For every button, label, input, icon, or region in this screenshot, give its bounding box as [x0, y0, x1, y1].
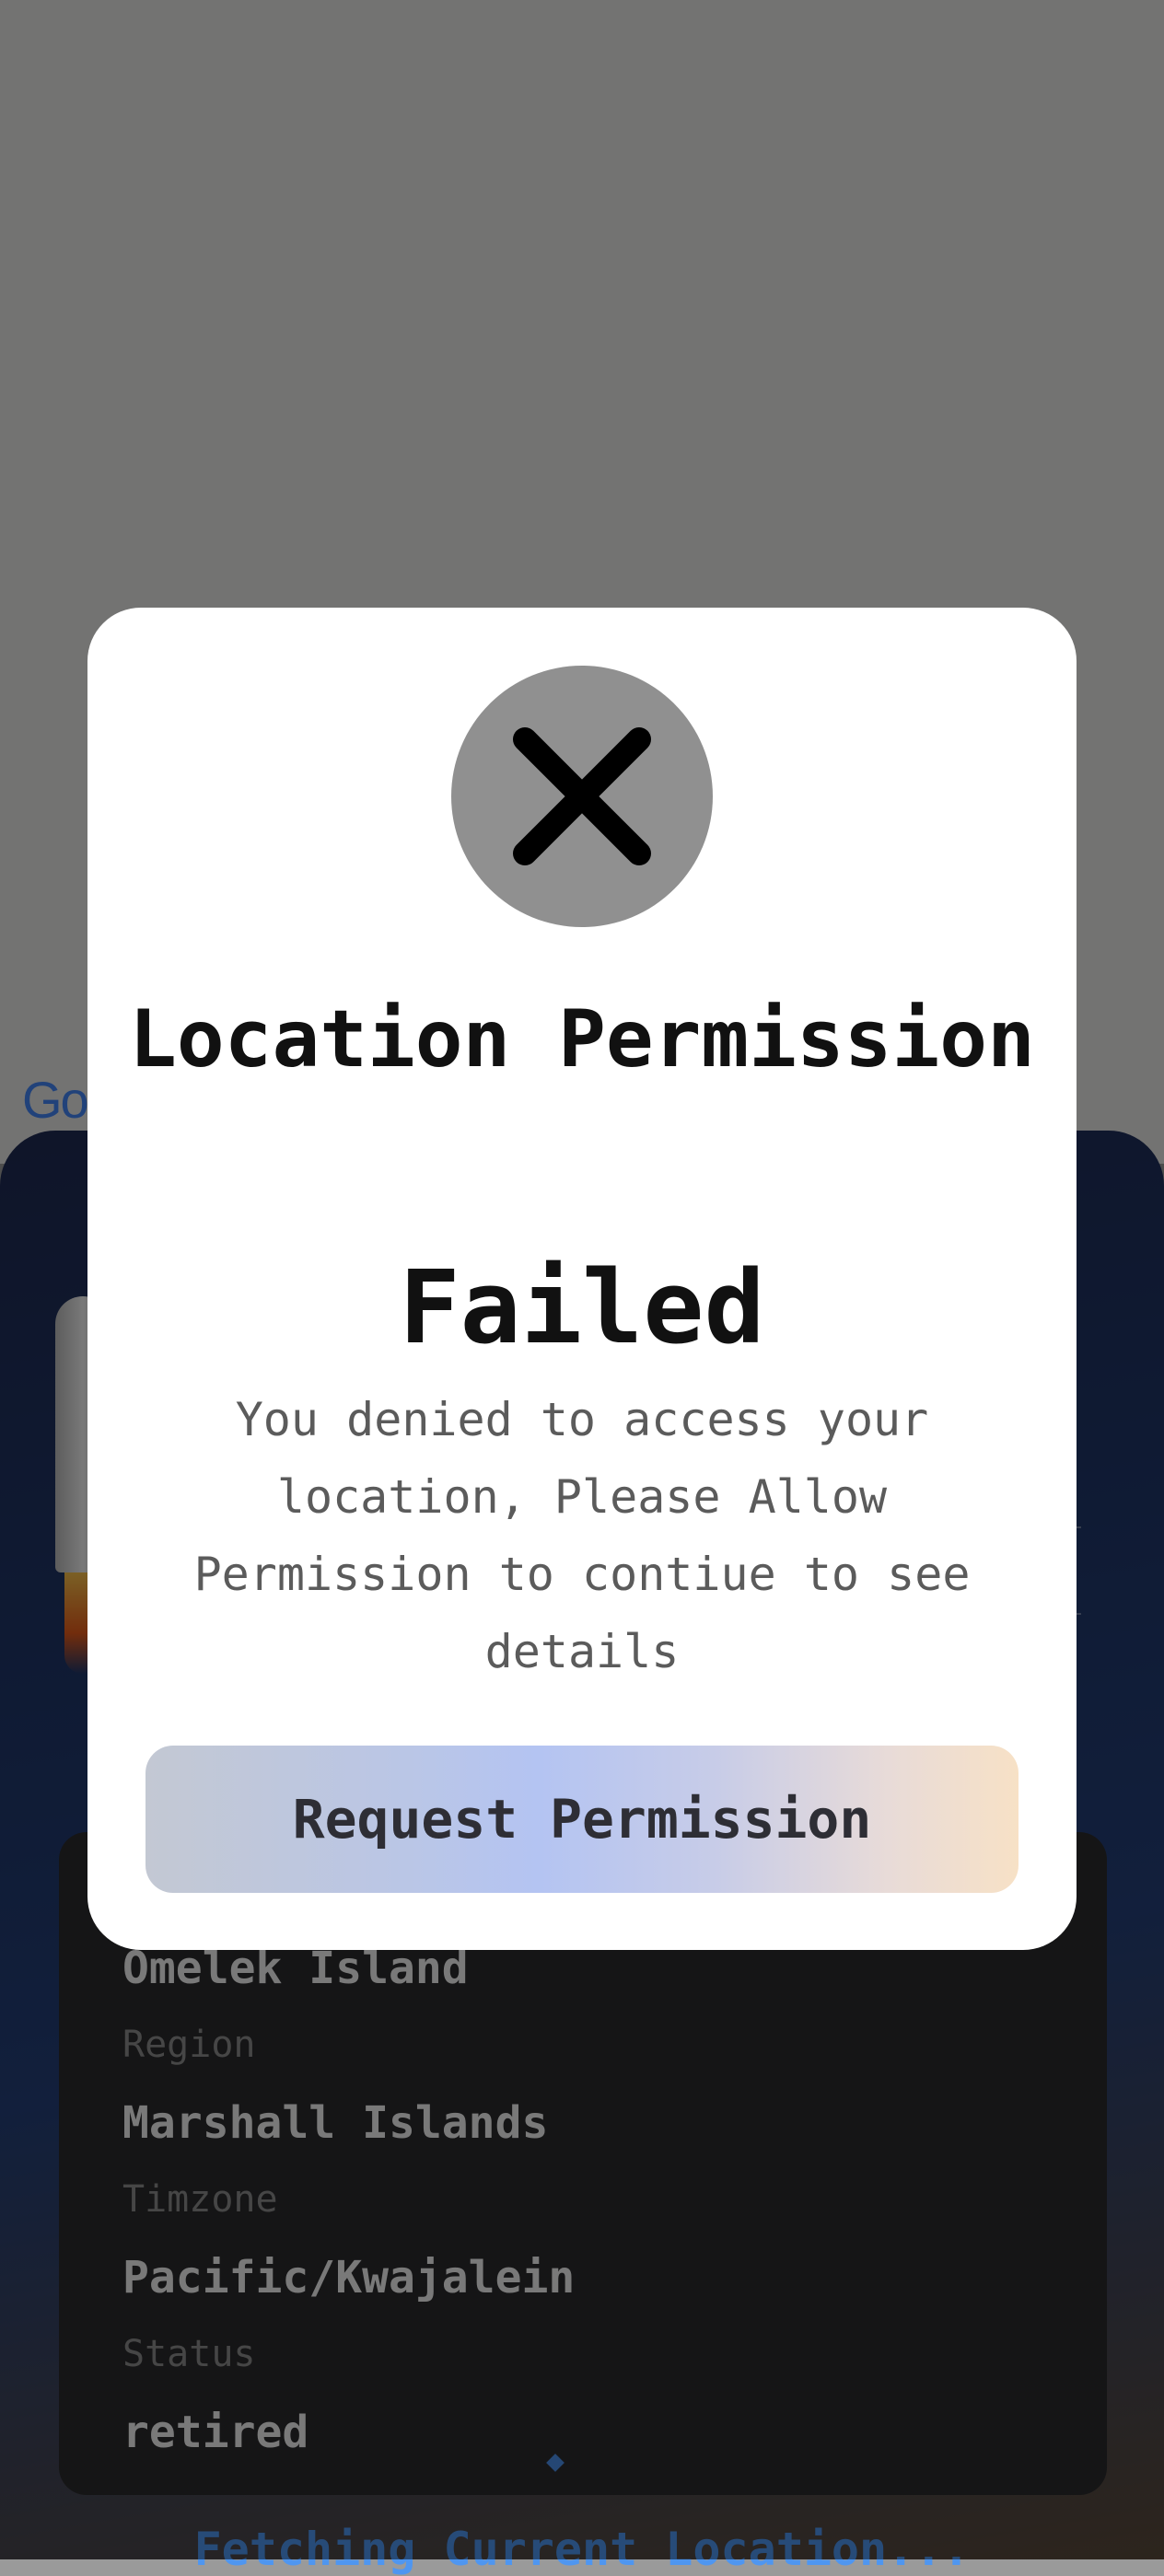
dialog-message: You denied to access your location, Plea…: [193, 1393, 971, 1678]
dialog-title: Location Permission: [129, 993, 1035, 1085]
close-icon: [451, 666, 713, 927]
permission-failed-dialog: Location Permission Failed You denied to…: [87, 608, 1077, 1950]
dialog-status: Failed: [399, 1248, 765, 1366]
close-icon-glyph: [513, 727, 651, 865]
request-permission-button[interactable]: Request Permission: [146, 1746, 1018, 1893]
